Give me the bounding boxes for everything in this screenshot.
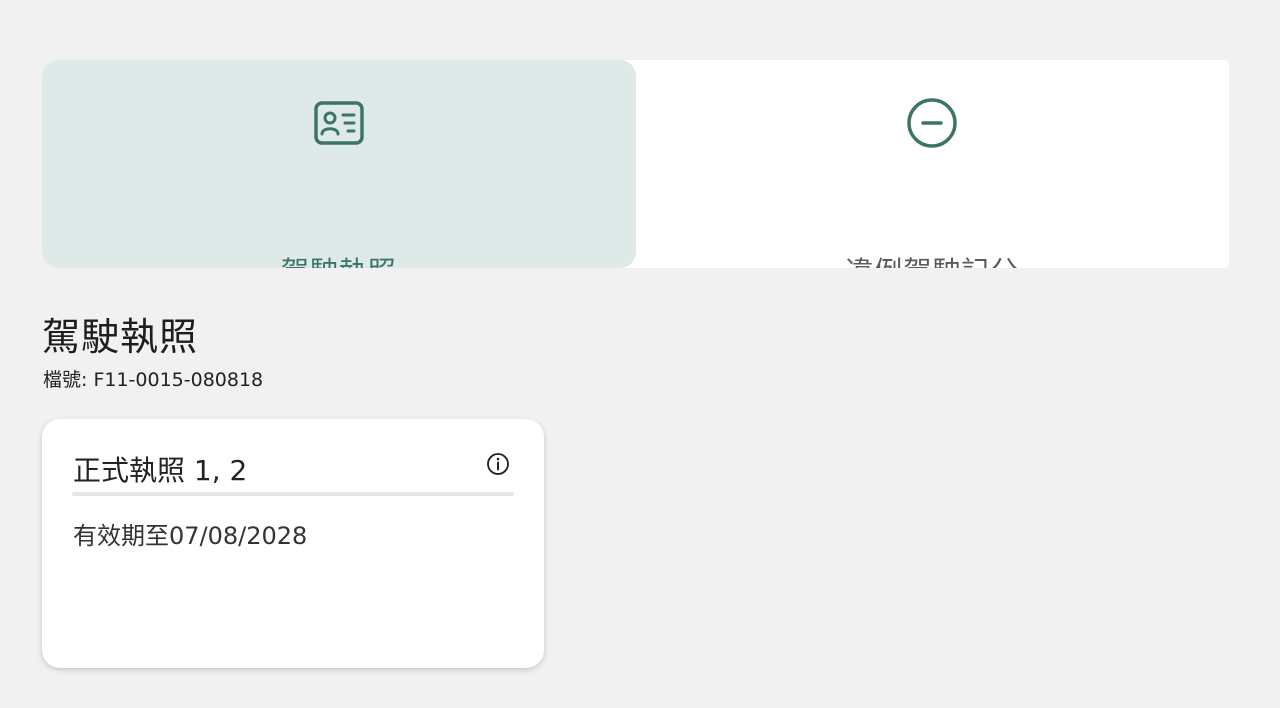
file-number: 檔號: F11-0015-080818 [43,369,264,391]
page-title: 駕駛執照 [42,315,199,359]
licence-class-title: 正式執照 1, 2 [73,454,248,487]
tab-label: 違例駕駛記分 [845,250,1019,268]
licence-card[interactable]: 正式執照 1, 2 有效期至07/08/2028 [42,419,544,668]
divider [72,492,514,496]
info-icon[interactable] [486,452,510,476]
tab-bar: 駕駛執照 違例駕駛記分 [42,60,1229,268]
valid-until: 有效期至07/08/2028 [73,522,308,550]
tab-traffic-points[interactable]: 違例駕駛記分 [636,60,1230,268]
tab-driving-licence[interactable]: 駕駛執照 [42,60,636,268]
tab-label: 駕駛執照 [281,250,397,268]
minus-circle-icon [906,97,958,149]
id-card-icon [313,97,365,149]
